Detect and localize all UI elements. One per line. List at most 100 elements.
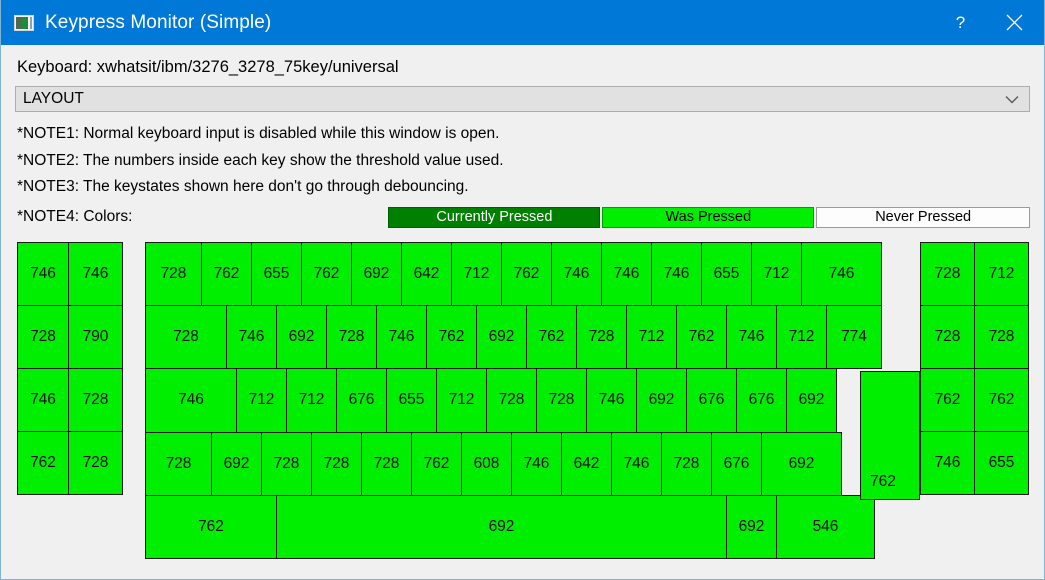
key-main-r1-c7[interactable]: 712 <box>451 242 502 306</box>
key-main-r1-c14[interactable]: 746 <box>801 242 882 306</box>
key-left-r1-c1[interactable]: 746 <box>17 242 69 306</box>
key-threshold-value: 676 <box>349 391 375 409</box>
key-threshold-value: 728 <box>374 455 400 473</box>
key-main-r2-c14[interactable]: 774 <box>826 305 882 369</box>
key-right-r4-c2[interactable]: 655 <box>974 431 1029 495</box>
help-button[interactable]: ? <box>937 0 984 45</box>
key-main-r2-c6[interactable]: 762 <box>426 305 477 369</box>
key-main-r3-c11[interactable]: 676 <box>686 368 737 433</box>
key-threshold-value: 728 <box>549 391 575 409</box>
key-main-r1-c8[interactable]: 762 <box>501 242 552 306</box>
notes-list: *NOTE1: Normal keyboard input is disable… <box>15 121 1030 230</box>
key-main-r1-c3[interactable]: 655 <box>251 242 302 306</box>
key-main-r5-c3[interactable]: 692 <box>726 495 777 559</box>
key-main-r5-c1[interactable]: 762 <box>145 495 277 559</box>
key-left-r4-c1[interactable]: 762 <box>17 431 69 495</box>
key-threshold-value: 676 <box>749 391 775 409</box>
key-main-r4-c13[interactable]: 692 <box>761 432 842 496</box>
key-main-r1-c1[interactable]: 728 <box>145 242 202 306</box>
key-main-r4-c1[interactable]: 728 <box>145 432 212 496</box>
key-threshold-value: 762 <box>314 265 340 283</box>
key-main-r2-c8[interactable]: 762 <box>526 305 577 369</box>
key-main-r3-c13[interactable]: 692 <box>786 368 837 433</box>
key-threshold-value: 762 <box>989 391 1015 409</box>
key-main-r5-c4[interactable]: 546 <box>776 495 875 559</box>
key-right-r1-c2[interactable]: 712 <box>974 242 1029 306</box>
key-threshold-value: 676 <box>699 391 725 409</box>
key-main-r2-c1[interactable]: 728 <box>145 305 227 369</box>
key-threshold-value: 746 <box>564 265 590 283</box>
key-main-r3-c1[interactable]: 746 <box>145 368 237 433</box>
key-left-r3-c2[interactable]: 728 <box>68 368 123 432</box>
key-left-r2-c1[interactable]: 728 <box>17 305 69 369</box>
key-main-r4-c8[interactable]: 746 <box>511 432 562 496</box>
keyboard-path-label: Keyboard: xwhatsit/ibm/3276_3278_75key/u… <box>15 45 1030 86</box>
key-main-r4-c10[interactable]: 746 <box>611 432 662 496</box>
key-threshold-value: 692 <box>289 328 315 346</box>
layout-select[interactable]: LAYOUT <box>15 86 1030 112</box>
key-main-r4-c3[interactable]: 728 <box>261 432 312 496</box>
key-main-r2-c10[interactable]: 712 <box>626 305 677 369</box>
key-threshold-value: 746 <box>83 265 109 283</box>
key-main-r2-c12[interactable]: 746 <box>726 305 777 369</box>
key-right-r4-c1[interactable]: 746 <box>920 431 975 495</box>
key-main-r3-c10[interactable]: 692 <box>636 368 687 433</box>
key-main-r2-c13[interactable]: 712 <box>776 305 827 369</box>
key-main-r2-c4[interactable]: 728 <box>326 305 377 369</box>
key-threshold-value: 746 <box>614 265 640 283</box>
key-right-r2-c1[interactable]: 728 <box>920 305 975 369</box>
chevron-down-icon <box>1005 87 1019 111</box>
key-main-r4-c4[interactable]: 728 <box>311 432 362 496</box>
key-main-r2-c5[interactable]: 746 <box>376 305 427 369</box>
key-right-r1-c1[interactable]: 728 <box>920 242 975 306</box>
close-button[interactable] <box>984 0 1044 45</box>
key-main-r2-c2[interactable]: 746 <box>226 305 277 369</box>
key-main-r4-c2[interactable]: 692 <box>211 432 262 496</box>
key-main-r4-c9[interactable]: 642 <box>561 432 612 496</box>
key-main-r4-c5[interactable]: 728 <box>361 432 412 496</box>
key-main-r4-c11[interactable]: 728 <box>661 432 712 496</box>
key-main-r1-c12[interactable]: 655 <box>701 242 752 306</box>
key-main-r3-c9[interactable]: 746 <box>586 368 637 433</box>
key-main-enter[interactable]: 762 <box>860 371 920 500</box>
key-threshold-value: 746 <box>664 265 690 283</box>
key-main-r3-c7[interactable]: 728 <box>486 368 537 433</box>
key-threshold-value: 692 <box>489 328 515 346</box>
key-left-r3-c1[interactable]: 746 <box>17 368 69 432</box>
key-main-r2-c3[interactable]: 692 <box>276 305 327 369</box>
key-right-r3-c2[interactable]: 762 <box>974 368 1029 432</box>
key-main-r4-c7[interactable]: 608 <box>461 432 512 496</box>
key-main-r1-c10[interactable]: 746 <box>601 242 652 306</box>
key-main-r1-c4[interactable]: 762 <box>301 242 352 306</box>
key-left-r1-c2[interactable]: 746 <box>68 242 123 306</box>
key-main-r1-c2[interactable]: 762 <box>201 242 252 306</box>
key-left-r4-c2[interactable]: 728 <box>68 431 123 495</box>
key-left-r2-c2[interactable]: 790 <box>68 305 123 369</box>
key-main-r4-c12[interactable]: 676 <box>711 432 762 496</box>
note-3: *NOTE3: The keystates shown here don't g… <box>15 174 1030 201</box>
key-main-r5-c2[interactable]: 692 <box>276 495 727 559</box>
key-main-r3-c4[interactable]: 676 <box>336 368 387 433</box>
key-main-r4-c6[interactable]: 762 <box>411 432 462 496</box>
key-threshold-value: 746 <box>30 265 56 283</box>
key-threshold-value: 728 <box>935 328 961 346</box>
key-main-r1-c5[interactable]: 692 <box>351 242 402 306</box>
key-main-r2-c9[interactable]: 728 <box>576 305 627 369</box>
key-main-r2-c11[interactable]: 762 <box>676 305 727 369</box>
key-main-r1-c11[interactable]: 746 <box>651 242 702 306</box>
key-right-r3-c1[interactable]: 762 <box>920 368 975 432</box>
key-main-r3-c12[interactable]: 676 <box>736 368 787 433</box>
key-main-r1-c9[interactable]: 746 <box>551 242 602 306</box>
key-threshold-value: 762 <box>689 328 715 346</box>
key-main-r3-c5[interactable]: 655 <box>386 368 437 433</box>
key-threshold-value: 655 <box>989 454 1015 472</box>
key-row: 762728 <box>17 431 122 494</box>
key-main-r3-c8[interactable]: 728 <box>536 368 587 433</box>
key-main-r3-c6[interactable]: 712 <box>436 368 487 433</box>
key-right-r2-c2[interactable]: 728 <box>974 305 1029 369</box>
key-main-r1-c13[interactable]: 712 <box>751 242 802 306</box>
key-main-r1-c6[interactable]: 642 <box>401 242 452 306</box>
key-main-r3-c2[interactable]: 712 <box>236 368 287 433</box>
key-main-r3-c3[interactable]: 712 <box>286 368 337 433</box>
key-main-r2-c7[interactable]: 692 <box>476 305 527 369</box>
